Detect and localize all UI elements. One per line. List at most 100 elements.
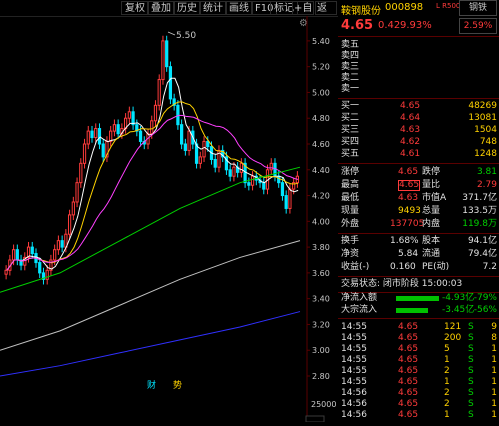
bid-price: 4.62 xyxy=(400,137,421,147)
quote-row: 最高 4.65 量比 2.79 xyxy=(341,180,497,191)
candle-body xyxy=(157,79,161,106)
tick-direction: S xyxy=(468,410,474,420)
quote-row: 换手 1.68% 股本 94.1亿 xyxy=(341,236,497,246)
price-tick-label: 2.80 xyxy=(312,372,330,381)
tick-time: 14:55 xyxy=(341,355,367,365)
quote-row: 收益(-) 0.160 PE(动) 7.2 xyxy=(341,262,497,272)
candle-body xyxy=(75,182,79,203)
trade-status: 交易状态: 闭市阶段 15:00:03 xyxy=(341,279,463,289)
candle-body xyxy=(269,162,273,171)
toolbar-history-button[interactable]: 历史 xyxy=(173,1,201,15)
bid-label: 买一 xyxy=(341,101,360,111)
tick-time: 14:56 xyxy=(341,410,367,420)
tick-volume: 1 xyxy=(444,410,450,420)
candle-body xyxy=(79,162,83,184)
candle-body xyxy=(82,143,87,164)
tick-time: 14:56 xyxy=(341,399,367,409)
candle-body xyxy=(150,120,154,135)
toolbar-draw-button[interactable]: 画线 xyxy=(225,1,253,15)
tick-price: 4.65 xyxy=(398,399,419,409)
tick-price: 4.65 xyxy=(398,410,419,420)
toolbar-stats-button[interactable]: 统计 xyxy=(199,1,227,15)
quote-row: 外盘 137705 内盘 119.8万 xyxy=(341,219,497,229)
tick-row: 14:55 4.65 200 S 8 xyxy=(338,333,499,344)
price-tick-label: 4.20 xyxy=(312,192,330,201)
flow-row: 大宗流入 -3.45亿 -56% xyxy=(341,305,497,315)
candle-body xyxy=(112,124,117,132)
quote-row: 净资 5.84 流通 79.4亿 xyxy=(341,249,497,259)
stock-code: 000898 xyxy=(385,2,424,13)
price-tick-label: 3.40 xyxy=(312,295,330,304)
price-tick-label: 4.60 xyxy=(312,140,330,149)
candle-body xyxy=(101,143,105,158)
sector-button[interactable]: 钢铁 xyxy=(459,0,497,16)
toolbar-back-button[interactable]: 返回 xyxy=(315,1,337,15)
stock-badge: L R500 xyxy=(436,2,461,10)
candle-body xyxy=(165,40,169,68)
tick-time: 14:55 xyxy=(341,366,367,376)
bid-volume: 48269 xyxy=(468,101,497,111)
bid-row: 买一 4.65 48269 xyxy=(338,101,499,112)
bid-row: 买三 4.63 1504 xyxy=(338,125,499,136)
bid-price: 4.61 xyxy=(400,149,421,159)
ma120-line xyxy=(0,240,301,351)
candle-body xyxy=(11,249,16,261)
candle-body xyxy=(239,162,243,173)
candle-body xyxy=(180,124,184,145)
tick-volume: 5 xyxy=(444,344,450,354)
candlesticks xyxy=(4,35,299,285)
price-tick-label: 3.80 xyxy=(312,243,330,252)
kline-chart[interactable]: 5.40 5.20 5.00 4.80 4.60 4.40 4.20 4.00 3.80 3.60… xyxy=(0,16,338,423)
candle-body xyxy=(284,195,288,209)
ask-label: 卖四 xyxy=(341,51,360,61)
price-change: 0.42 xyxy=(378,20,401,31)
tick-direction: S xyxy=(468,388,474,398)
toolbar-add-watchlist-button[interactable]: +自选 xyxy=(292,1,314,15)
bid-volume: 748 xyxy=(479,137,497,147)
bid-volume: 1248 xyxy=(474,149,497,159)
bid-label: 买三 xyxy=(341,125,360,135)
price-change-pct: 9.93% xyxy=(400,20,432,31)
moving-averages xyxy=(0,77,301,377)
price-tick-label: 4.00 xyxy=(312,217,330,226)
bid-price: 4.63 xyxy=(400,125,421,135)
tick-volume: 2 xyxy=(444,366,450,376)
tick-row: 14:56 4.65 2 S 1 xyxy=(338,388,499,399)
tick-price: 4.65 xyxy=(398,333,419,343)
tick-direction: S xyxy=(468,333,474,343)
tick-row: 14:56 4.65 2 S 1 xyxy=(338,399,499,410)
candle-body xyxy=(202,140,206,158)
tick-direction: S xyxy=(468,344,474,354)
quote-panel: 鞍钢股份 000898 L R500 钢铁 4.65 0.42 9.93% 2.… xyxy=(338,0,499,422)
ask-label: 卖三 xyxy=(341,62,360,72)
tick-count: 1 xyxy=(491,366,497,376)
bid-volume: 13081 xyxy=(468,113,497,123)
tick-row: 14:55 4.65 2 S 1 xyxy=(338,366,499,377)
toolbar-fuquan-button[interactable]: 复权 xyxy=(121,1,149,15)
candle-body xyxy=(45,269,49,280)
ask-label: 卖五 xyxy=(341,40,360,50)
bid-price: 4.64 xyxy=(400,113,421,123)
candle-body xyxy=(153,104,158,122)
tick-direction: S xyxy=(468,399,474,409)
toolbar-overlay-button[interactable]: 叠加 xyxy=(147,1,175,15)
tick-row: 14:55 4.65 5 S 1 xyxy=(338,344,499,355)
price-tick-label: 3.60 xyxy=(312,269,330,278)
ask-row: 卖二 xyxy=(338,73,499,84)
bid-label: 买四 xyxy=(341,137,360,147)
bid-row: 买四 4.62 748 xyxy=(338,137,499,148)
tick-time: 14:55 xyxy=(341,344,367,354)
candle-body xyxy=(206,140,210,148)
tick-time: 14:56 xyxy=(341,388,367,398)
ma20-line xyxy=(6,114,299,271)
tick-price: 4.65 xyxy=(398,344,419,354)
candle-body xyxy=(247,182,251,186)
price-tick-label: 3.00 xyxy=(312,346,330,355)
quote-row: 现量 9493 总量 133.5万 xyxy=(341,206,497,216)
ask-row: 卖四 xyxy=(338,51,499,62)
tick-count: 8 xyxy=(491,333,497,343)
candle-body xyxy=(183,143,187,151)
volume-axis-label: 25000 xyxy=(311,400,336,409)
tick-direction: S xyxy=(468,355,474,365)
price-tick-label: 5.00 xyxy=(312,88,330,97)
